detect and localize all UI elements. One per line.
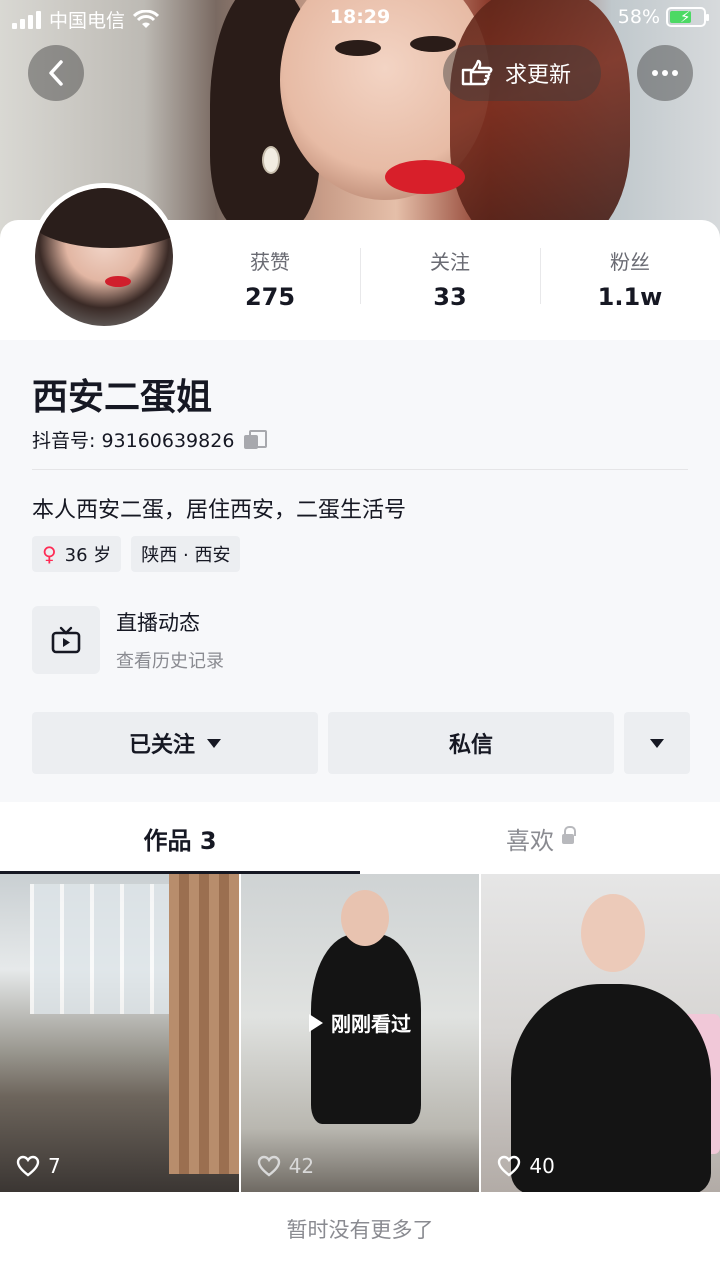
profile-name: 西安二蛋姐 [32, 377, 213, 418]
video-likes: 7 [16, 1154, 61, 1178]
tab-likes-label: 喜欢 [506, 826, 554, 855]
tab-likes[interactable]: 喜欢 [360, 802, 720, 874]
heart-icon [498, 1155, 521, 1177]
video-thumbnail[interactable]: 7 [0, 874, 239, 1192]
caret-down-icon [650, 738, 664, 748]
message-button[interactable]: 私信 [328, 712, 614, 774]
profile-tags: ♀ 36 岁 陕西 · 西安 [32, 536, 241, 572]
following-button[interactable]: 已关注 [32, 712, 318, 774]
tv-icon [32, 606, 100, 674]
video-thumbnail[interactable]: 刚刚看过 42 [240, 874, 480, 1192]
stat-label: 关注 [430, 250, 470, 274]
stat-likes[interactable]: 获赞 275 [180, 246, 360, 311]
chevron-left-icon [49, 60, 63, 86]
age-tag: ♀ 36 岁 [32, 536, 122, 572]
no-more-footer: 暂时没有更多了 [0, 1192, 720, 1280]
tab-works-label: 作品 3 [143, 826, 217, 855]
lock-icon [562, 826, 576, 846]
stat-value: 275 [244, 283, 296, 311]
action-buttons: 已关注 私信 [32, 712, 690, 774]
tab-works[interactable]: 作品 3 [0, 802, 360, 874]
caret-down-icon [207, 738, 221, 748]
video-likes: 42 [257, 1154, 314, 1178]
profile-info: 西安二蛋姐 抖音号: 93160639826 本人西安二蛋，居住西安，二蛋生活号… [0, 340, 720, 810]
hand-point-icon [461, 59, 493, 86]
stat-value: 33 [433, 283, 467, 311]
more-options-button[interactable] [637, 45, 693, 101]
recently-watched-text: 刚刚看过 [331, 1012, 411, 1036]
battery-percent: 58% [617, 6, 660, 28]
stat-label: 获赞 [250, 250, 290, 274]
avatar[interactable] [30, 183, 178, 331]
back-button[interactable] [28, 45, 84, 101]
video-likes-count: 42 [288, 1154, 315, 1178]
more-actions-button[interactable] [624, 712, 690, 774]
content-tabs: 作品 3 喜欢 [0, 802, 720, 874]
profile-bio: 本人西安二蛋，居住西安，二蛋生活号 [32, 498, 407, 523]
divider [32, 469, 688, 470]
video-likes-count: 40 [529, 1154, 555, 1178]
age-text: 36 岁 [64, 545, 112, 566]
status-bar: 中国电信 18:29 58% ⚡ [0, 0, 720, 36]
location-text: 陕西 · 西安 [141, 545, 231, 566]
douyin-id-text: 抖音号: 93160639826 [32, 430, 235, 452]
video-grid: 7 刚刚看过 42 40 [0, 874, 720, 1192]
live-history-entry[interactable]: 直播动态 查看历史记录 [32, 606, 224, 674]
stat-followers[interactable]: 粉丝 1.1w [540, 246, 720, 311]
stat-label: 粉丝 [610, 250, 650, 274]
play-icon [309, 1013, 323, 1032]
location-tag: 陕西 · 西安 [131, 536, 241, 572]
copy-icon[interactable] [244, 429, 268, 450]
stat-value: 1.1w [597, 283, 663, 311]
heart-icon [16, 1155, 40, 1177]
clock: 18:29 [329, 6, 391, 28]
live-title: 直播动态 [116, 611, 200, 635]
stats-row: 获赞 275 关注 33 粉丝 1.1w [180, 246, 720, 311]
video-thumbnail[interactable]: 40 [481, 874, 720, 1192]
douyin-id: 抖音号: 93160639826 [32, 426, 268, 453]
request-update-button[interactable]: 求更新 [443, 45, 601, 101]
video-likes: 40 [497, 1154, 555, 1178]
following-label: 已关注 [128, 733, 195, 758]
video-likes-count: 7 [48, 1154, 61, 1178]
battery-icon: ⚡ [666, 7, 709, 27]
heart-icon [257, 1155, 280, 1177]
female-icon: ♀ [42, 542, 57, 566]
recently-watched-badge: 刚刚看过 [241, 1008, 480, 1037]
live-subtitle: 查看历史记录 [116, 651, 224, 672]
request-update-label: 求更新 [505, 63, 572, 88]
stat-following[interactable]: 关注 33 [360, 246, 540, 311]
message-label: 私信 [448, 733, 493, 758]
